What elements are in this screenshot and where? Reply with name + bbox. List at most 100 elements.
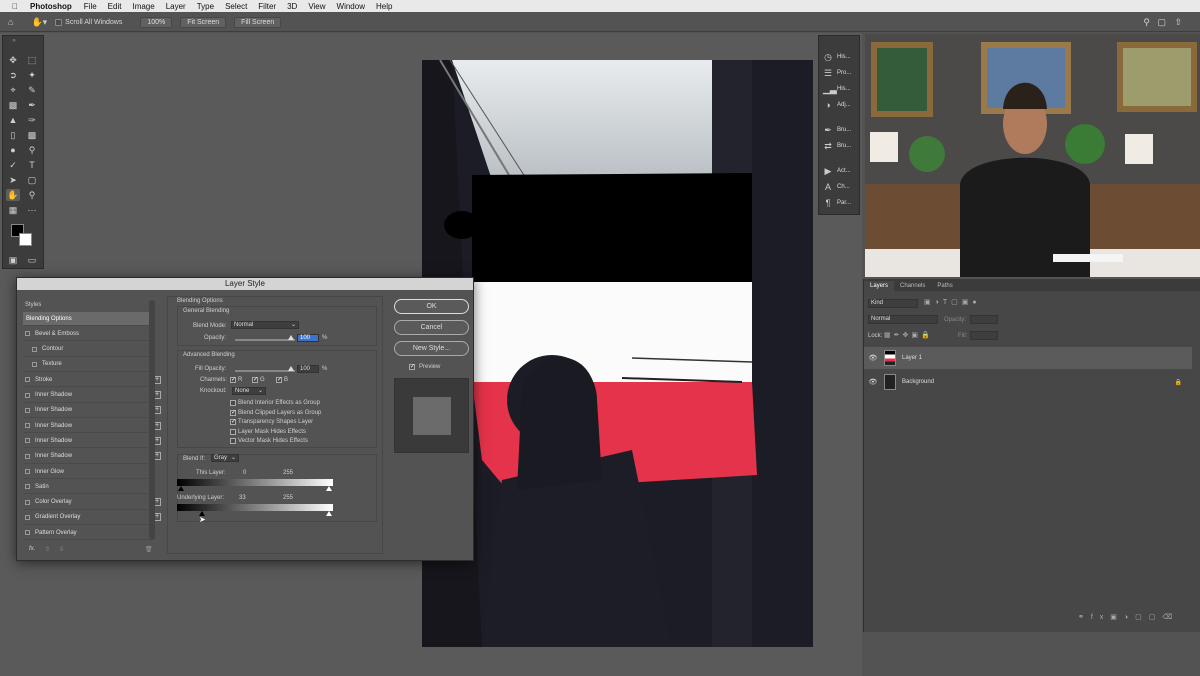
layer-blend-mode[interactable]: Normal: [868, 315, 938, 324]
move-up-icon[interactable]: ⇧: [45, 546, 50, 553]
zoom-100-button[interactable]: 100%: [140, 16, 173, 28]
pen-tool-icon[interactable]: ✓: [6, 159, 20, 171]
fill-opacity-handle[interactable]: [288, 366, 294, 371]
style-checkbox[interactable]: [25, 484, 30, 490]
eye-icon[interactable]: 👁: [868, 378, 878, 386]
style-item[interactable]: Inner Shadow +: [23, 419, 161, 434]
layer-row[interactable]: 👁 Layer 1: [864, 347, 1192, 369]
opacity-slider-handle[interactable]: [288, 335, 294, 340]
edit-toolbar-icon[interactable]: ▦: [6, 204, 20, 216]
fill-screen-button[interactable]: Fill Screen: [234, 16, 282, 28]
scroll-all-checkbox[interactable]: [55, 18, 63, 26]
opacity-slider[interactable]: [235, 339, 295, 341]
advanced-checkbox[interactable]: ✓: [230, 419, 236, 425]
search-icon[interactable]: ⚲: [1143, 17, 1150, 28]
ok-button[interactable]: OK: [394, 299, 469, 314]
style-item[interactable]: Color Overlay +: [23, 496, 161, 510]
styles-header[interactable]: Styles: [25, 302, 41, 308]
move-down-icon[interactable]: ⇩: [59, 546, 64, 553]
blur-tool-icon[interactable]: ●: [6, 144, 20, 156]
dock-brushes[interactable]: ✒ Bru...: [823, 123, 859, 137]
style-checkbox[interactable]: [25, 407, 30, 413]
gradient-tool-icon[interactable]: ▩: [25, 129, 39, 141]
lasso-tool-icon[interactable]: ➲: [6, 69, 20, 81]
dock-character[interactable]: A Ch...: [823, 180, 859, 194]
menu-help[interactable]: Help: [376, 2, 392, 11]
tab-layers[interactable]: Layers: [864, 281, 895, 291]
shape-tool-icon[interactable]: ▢: [25, 174, 39, 186]
tab-channels[interactable]: Channels: [894, 281, 931, 291]
preview-checkbox[interactable]: ✓: [409, 364, 415, 370]
hand-tool-icon[interactable]: ✋: [6, 189, 20, 201]
style-item[interactable]: Satin: [23, 480, 151, 495]
path-select-tool-icon[interactable]: ➤: [6, 174, 20, 186]
opacity-input[interactable]: 100: [297, 334, 319, 342]
history-brush-tool-icon[interactable]: ✑: [25, 114, 39, 126]
style-item[interactable]: Blending Options: [23, 312, 151, 326]
layer-fill-input[interactable]: [970, 331, 998, 340]
styles-scrollbar[interactable]: [149, 300, 155, 540]
healing-tool-icon[interactable]: ▩: [6, 99, 20, 111]
menu-select[interactable]: Select: [225, 2, 247, 11]
dock-properties[interactable]: ☰ Pro...: [823, 66, 859, 80]
eraser-tool-icon[interactable]: ▯: [6, 129, 20, 141]
menu-image[interactable]: Image: [132, 2, 154, 11]
style-checkbox[interactable]: [25, 530, 30, 536]
dock-histogram[interactable]: ▁▃ His...: [823, 82, 859, 96]
style-item[interactable]: Bevel & Emboss: [23, 327, 151, 342]
app-menu[interactable]: Photoshop: [30, 2, 72, 11]
style-item[interactable]: Inner Shadow +: [23, 450, 161, 464]
stamp-tool-icon[interactable]: ▲: [6, 114, 20, 126]
style-checkbox[interactable]: [25, 438, 30, 444]
filter-icons[interactable]: ▣◑T▢▣●: [924, 298, 981, 306]
magic-wand-tool-icon[interactable]: ✦: [25, 69, 39, 81]
new-style-button[interactable]: New Style...: [394, 341, 469, 356]
dodge-tool-icon[interactable]: ⚲: [25, 144, 39, 156]
style-item[interactable]: Inner Shadow +: [23, 404, 161, 418]
channel-b-checkbox[interactable]: ✓: [276, 377, 282, 383]
menu-window[interactable]: Window: [337, 2, 365, 11]
share-icon[interactable]: ⇧: [1174, 17, 1182, 28]
zoom-tool-icon[interactable]: ⚲: [25, 189, 39, 201]
style-checkbox[interactable]: [25, 469, 30, 474]
underlying-layer-white-handle[interactable]: [326, 511, 332, 516]
screen-mode-icon[interactable]: ▭: [25, 254, 39, 266]
menu-file[interactable]: File: [84, 2, 97, 11]
menu-3d[interactable]: 3D: [287, 2, 297, 11]
lock-icons[interactable]: ▦✒✥▣🔒: [884, 331, 933, 339]
advanced-checkbox[interactable]: [230, 438, 236, 444]
layer-opacity-input[interactable]: [970, 315, 998, 324]
menu-type[interactable]: Type: [197, 2, 214, 11]
fill-opacity-input[interactable]: 100: [297, 365, 319, 373]
style-item[interactable]: Inner Shadow +: [23, 389, 161, 403]
style-item[interactable]: Pattern Overlay: [23, 526, 151, 541]
style-item[interactable]: Texture: [23, 358, 151, 372]
style-checkbox[interactable]: [25, 514, 30, 520]
more-tools-icon[interactable]: ⋯: [25, 204, 39, 216]
dock-history[interactable]: ◷ His...: [823, 50, 859, 64]
eyedropper-tool-icon[interactable]: ✎: [25, 84, 39, 96]
style-item[interactable]: Inner Shadow +: [23, 434, 161, 449]
style-item[interactable]: Stroke +: [23, 373, 161, 388]
channel-r-checkbox[interactable]: ✓: [230, 377, 236, 383]
layer-filter-kind[interactable]: Kind: [868, 299, 918, 308]
dock-actions[interactable]: ▶ Act...: [823, 164, 859, 178]
type-tool-icon[interactable]: T: [25, 159, 39, 171]
trash-icon[interactable]: 🗑: [145, 546, 153, 553]
channel-g-checkbox[interactable]: ✓: [252, 377, 258, 383]
fx-button[interactable]: fx.: [29, 546, 35, 552]
eye-icon[interactable]: 👁: [868, 354, 878, 362]
dock-brush-settings[interactable]: ⇄ Bru...: [823, 139, 859, 153]
collapse-icon[interactable]: »: [7, 35, 21, 47]
layers-footer-icons[interactable]: ⚭fx▣◑▢▢⌫: [1078, 613, 1179, 621]
blend-if-select[interactable]: Gray ⌄: [211, 454, 239, 462]
dock-paragraph[interactable]: ¶ Par...: [823, 196, 859, 210]
crop-tool-icon[interactable]: ⌖: [6, 84, 20, 96]
advanced-checkbox[interactable]: [230, 428, 236, 435]
style-item[interactable]: Inner Glow: [23, 465, 151, 479]
menu-filter[interactable]: Filter: [258, 2, 276, 11]
layer-row[interactable]: 👁 Background 🔒: [864, 371, 1192, 393]
cancel-button[interactable]: Cancel: [394, 320, 469, 335]
move-tool-icon[interactable]: ✥: [6, 54, 20, 66]
home-icon[interactable]: ⌂: [8, 17, 13, 27]
